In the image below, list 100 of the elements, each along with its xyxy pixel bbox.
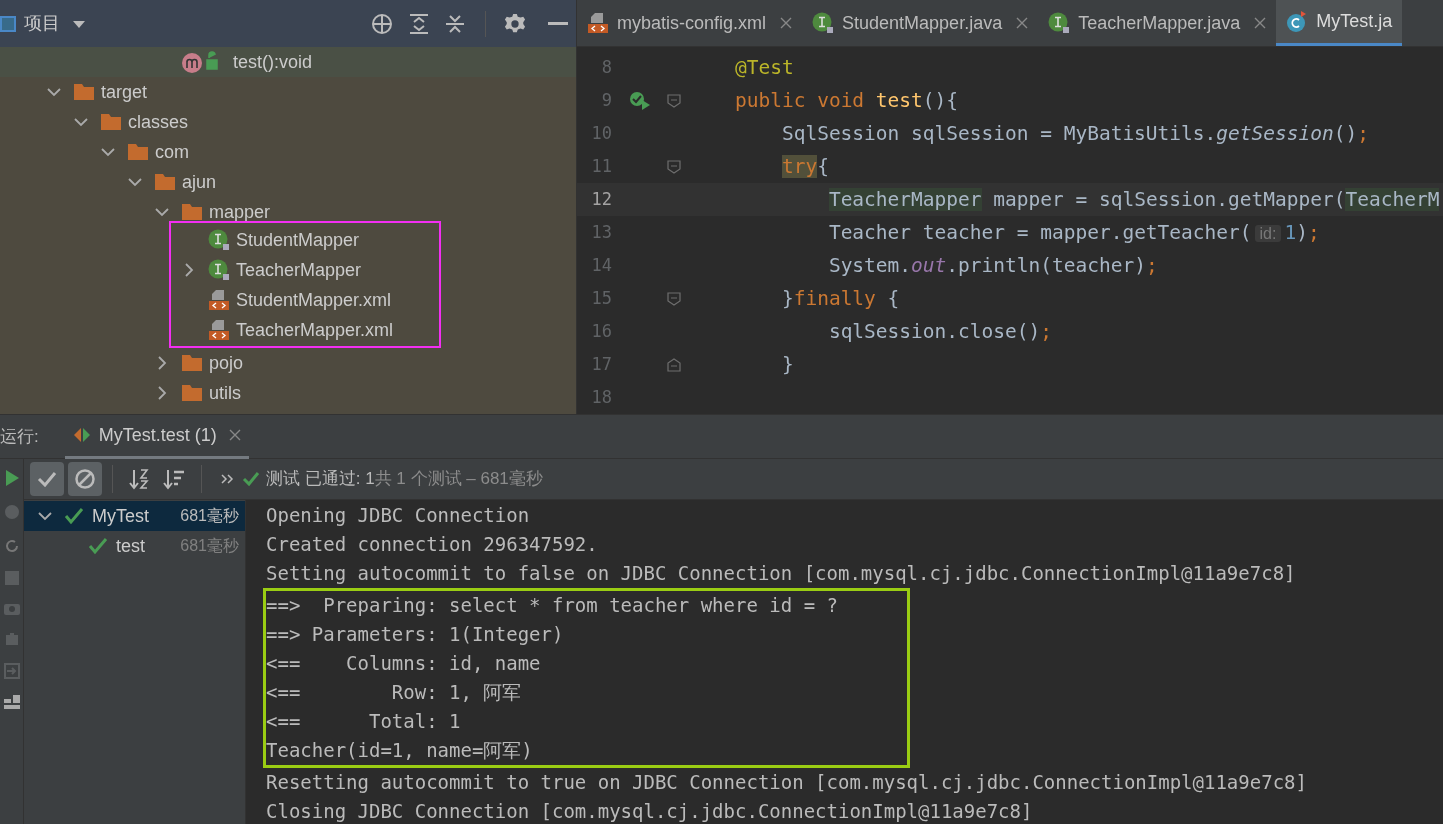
line-number: 16 bbox=[590, 319, 612, 343]
refresh-icon[interactable] bbox=[3, 537, 20, 555]
line-number: 13 bbox=[590, 220, 612, 244]
more-icon[interactable] bbox=[220, 473, 234, 485]
code-line: }finally { bbox=[780, 285, 900, 312]
tree-item[interactable]: StudentMapper bbox=[236, 226, 360, 254]
fold-icon[interactable] bbox=[667, 159, 681, 174]
fold-icon[interactable] bbox=[667, 291, 681, 306]
test-status: 测试 已通过: 1 bbox=[266, 468, 375, 491]
line-number: 18 bbox=[590, 385, 612, 409]
locate-icon[interactable] bbox=[370, 11, 394, 36]
check-icon bbox=[88, 537, 108, 555]
folder-icon bbox=[73, 83, 95, 101]
tree-item[interactable]: classes bbox=[128, 108, 189, 136]
console-line: <== Row: 1, 阿军 bbox=[266, 680, 523, 705]
chevron-down-icon[interactable] bbox=[155, 205, 169, 219]
line-number: 12 bbox=[590, 187, 612, 211]
collapse-all-icon[interactable] bbox=[444, 12, 466, 35]
interface-icon bbox=[208, 259, 230, 281]
xml-file-icon bbox=[208, 319, 230, 341]
test-tree-item[interactable]: test 681毫秒 bbox=[24, 531, 245, 561]
interface-icon bbox=[812, 12, 835, 34]
code-line: TeacherMapper mapper = sqlSession.getMapper(TeacherM bbox=[827, 186, 1440, 213]
chevron-down-icon[interactable] bbox=[47, 85, 61, 99]
folder-icon bbox=[181, 354, 203, 372]
console-line: ==> Parameters: 1(Integer) bbox=[266, 622, 565, 647]
chevron-right-icon[interactable] bbox=[182, 263, 196, 277]
close-icon[interactable] bbox=[1254, 17, 1267, 29]
chevron-right-icon[interactable] bbox=[155, 386, 169, 400]
rerun-icon[interactable] bbox=[3, 469, 20, 487]
panel-title[interactable]: 项目 bbox=[24, 10, 60, 37]
check-icon bbox=[37, 471, 57, 487]
show-passed-toggle[interactable] bbox=[30, 462, 64, 496]
editor-tab[interactable]: StudentMapper.java bbox=[802, 0, 1039, 46]
dropdown-icon[interactable] bbox=[72, 18, 86, 29]
layout-icon[interactable] bbox=[3, 695, 20, 709]
tree-item[interactable]: utils bbox=[209, 379, 241, 407]
line-number: 14 bbox=[590, 253, 612, 277]
code-line: sqlSession.close(); bbox=[827, 318, 1052, 345]
close-icon[interactable] bbox=[1016, 17, 1029, 29]
xml-file-icon bbox=[587, 12, 609, 34]
console-line: Setting autocommit to false on JDBC Connection [com.mysql.cj.jdbc.ConnectionImpl@11a9e7c8] bbox=[266, 561, 1297, 586]
console-line: Opening JDBC Connection bbox=[266, 503, 531, 528]
run-test-icon[interactable] bbox=[628, 90, 651, 111]
editor-tab[interactable]: TeacherMapper.java bbox=[1038, 0, 1277, 46]
folder-icon bbox=[181, 203, 203, 221]
check-icon bbox=[64, 507, 84, 525]
tree-item[interactable]: mapper bbox=[209, 198, 271, 226]
code-line: Teacher teacher = mapper.getTeacher( id: 1); bbox=[827, 219, 1320, 246]
fold-icon[interactable] bbox=[667, 93, 681, 108]
sort-alpha-icon[interactable] bbox=[129, 468, 151, 490]
code-line: try{ bbox=[780, 153, 829, 180]
console-line: ==> Preparing: select * from teacher where id = ? bbox=[266, 593, 839, 618]
fold-icon[interactable] bbox=[667, 357, 681, 372]
line-number: 17 bbox=[590, 352, 612, 376]
editor-tab[interactable]: mybatis-config.xml bbox=[577, 0, 803, 46]
test-summary: 共 1 个测试 – 681毫秒 bbox=[374, 468, 543, 491]
console-line: <== Total: 1 bbox=[266, 709, 462, 734]
code-line: } bbox=[780, 351, 794, 378]
console-line: Closing JDBC Connection [com.mysql.cj.jdbc.ConnectionImpl@11a9e7c8] bbox=[266, 799, 1034, 824]
settings-icon[interactable] bbox=[504, 12, 526, 35]
chevron-right-icon[interactable] bbox=[155, 356, 169, 370]
test-run-icon bbox=[72, 427, 91, 443]
tree-item[interactable]: target bbox=[101, 78, 148, 106]
console-line: Resetting autocommit to true on JDBC Connection [com.mysql.cj.jdbc.ConnectionImpl@11a9e7c8] bbox=[266, 770, 1308, 795]
editor-tab[interactable]: MyTest.ja bbox=[1276, 0, 1403, 46]
chevron-down-icon[interactable] bbox=[128, 175, 142, 189]
line-number: 8 bbox=[600, 55, 612, 79]
expand-all-icon[interactable] bbox=[408, 12, 430, 35]
console-line: Created connection 296347592. bbox=[266, 532, 599, 557]
folder-icon bbox=[127, 143, 149, 161]
show-ignored-toggle[interactable] bbox=[68, 462, 102, 496]
close-icon[interactable] bbox=[228, 429, 241, 441]
line-number: 9 bbox=[600, 88, 612, 112]
run-tab[interactable]: MyTest.test (1) bbox=[64, 414, 249, 459]
interface-icon bbox=[1048, 12, 1071, 34]
chevron-down-icon[interactable] bbox=[38, 509, 52, 523]
code-line: @Test bbox=[733, 54, 794, 81]
tree-item[interactable]: test():void bbox=[233, 48, 313, 76]
sort-duration-icon[interactable] bbox=[163, 468, 185, 490]
ignored-icon bbox=[74, 468, 96, 490]
window-icon bbox=[0, 15, 16, 32]
tree-item[interactable]: TeacherMapper.xml bbox=[236, 316, 394, 344]
code-line: public void test(){ bbox=[733, 87, 959, 114]
interface-icon bbox=[208, 229, 230, 251]
test-tree-item[interactable]: MyTest 681毫秒 bbox=[24, 501, 245, 531]
xml-file-icon bbox=[208, 289, 230, 311]
chevron-down-icon[interactable] bbox=[74, 115, 88, 129]
tree-item[interactable]: com bbox=[155, 138, 189, 166]
tree-item[interactable]: StudentMapper.xml bbox=[236, 286, 392, 314]
chevron-down-icon[interactable] bbox=[101, 145, 115, 159]
tree-item[interactable]: pojo bbox=[209, 349, 244, 377]
tree-item[interactable]: ajun bbox=[182, 168, 217, 196]
close-icon[interactable] bbox=[780, 17, 793, 29]
minimize-icon[interactable] bbox=[548, 21, 568, 26]
line-number: 11 bbox=[590, 154, 612, 178]
line-number: 10 bbox=[590, 121, 612, 145]
folder-icon bbox=[154, 173, 176, 191]
code-line: System.out.println(teacher); bbox=[827, 252, 1158, 279]
tree-item[interactable]: TeacherMapper bbox=[236, 256, 362, 284]
